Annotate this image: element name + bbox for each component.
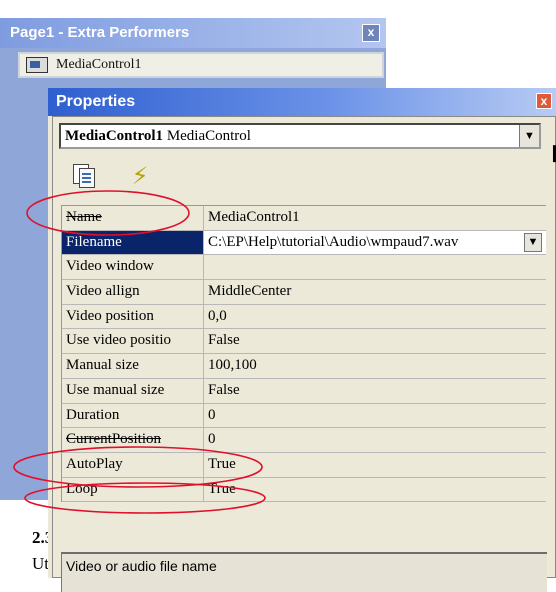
property-value[interactable]: MediaControl1 [204,206,546,230]
property-name: CurrentPosition [62,428,204,452]
property-value[interactable]: C:\EP\Help\tutorial\Audio\wmpaud7.wav ▼ [204,230,546,255]
property-name: Video allign [62,280,204,304]
property-pages-icon[interactable] [69,161,99,191]
property-name: Use video positio [62,329,204,354]
property-name: Filename [62,230,204,255]
property-row-manual-size[interactable]: Manual size 100,100 [62,354,546,379]
property-value[interactable]: 0,0 [204,305,546,329]
filename-value[interactable]: C:\EP\Help\tutorial\Audio\wmpaud7.wav [208,234,458,250]
properties-close-button[interactable]: x [536,93,552,109]
property-value[interactable] [204,255,546,279]
property-name: Loop [62,477,204,502]
property-row-loop[interactable]: Loop True [62,477,546,503]
property-row-video-position[interactable]: Video position 0,0 [62,304,546,330]
property-value[interactable]: MiddleCenter [204,280,546,304]
property-value[interactable]: False [204,329,546,353]
property-row-autoplay[interactable]: AutoPlay True [62,452,546,478]
property-row-use-manual-size[interactable]: Use manual size False [62,378,546,404]
property-name: Use manual size [62,378,204,403]
object-type: MediaControl [166,128,251,144]
properties-title: Properties [48,88,556,116]
extra-performers-close-button[interactable]: x [362,24,380,42]
property-row-video-allign[interactable]: Video allign MiddleCenter [62,280,546,305]
property-row-filename[interactable]: Filename C:\EP\Help\tutorial\Audio\wmpau… [62,230,546,256]
properties-window: Properties x MediaControl1 MediaControl … [48,88,556,592]
property-row-duration[interactable]: Duration 0 [62,403,546,429]
property-row-name[interactable]: Name MediaControl1 [62,206,546,231]
property-value[interactable]: True [204,453,546,477]
property-value[interactable]: 0 [204,428,546,452]
object-selector[interactable]: MediaControl1 MediaControl ▼ [59,123,541,149]
tree-item-mediacontrol[interactable]: MediaControl1 [18,52,384,78]
property-row-video-window[interactable]: Video window [62,255,546,281]
property-grid: Name MediaControl1 Filename C:\EP\Help\t… [61,205,546,503]
property-value[interactable]: True [204,478,546,502]
cursor-glyph: ▐ [548,147,556,162]
property-name: Duration [62,403,204,428]
properties-body: MediaControl1 MediaControl ▼ ⚡ Name Medi… [52,116,556,592]
lightning-bolt-icon[interactable]: ⚡ [125,161,155,191]
property-name: AutoPlay [62,452,204,477]
media-control-icon [26,57,48,73]
property-name: Manual size [62,354,204,378]
property-name: Video window [62,255,204,280]
property-description: Video or audio file name [61,552,547,592]
property-value[interactable]: 100,100 [204,354,546,378]
property-value[interactable]: 0 [204,404,546,428]
object-name: MediaControl1 [65,128,164,144]
property-row-current-position[interactable]: CurrentPosition 0 [62,428,546,453]
property-row-use-video-position[interactable]: Use video positio False [62,329,546,355]
property-name: Video position [62,304,204,329]
property-value[interactable]: False [204,379,546,403]
extra-performers-title: Page1 - Extra Performers [0,18,386,48]
document-text-fragment: Ut [32,554,49,573]
chevron-down-icon[interactable]: ▼ [519,125,539,147]
chevron-down-icon[interactable]: ▼ [524,232,542,252]
property-name: Name [62,206,204,230]
tree-item-label: MediaControl1 [56,57,142,72]
